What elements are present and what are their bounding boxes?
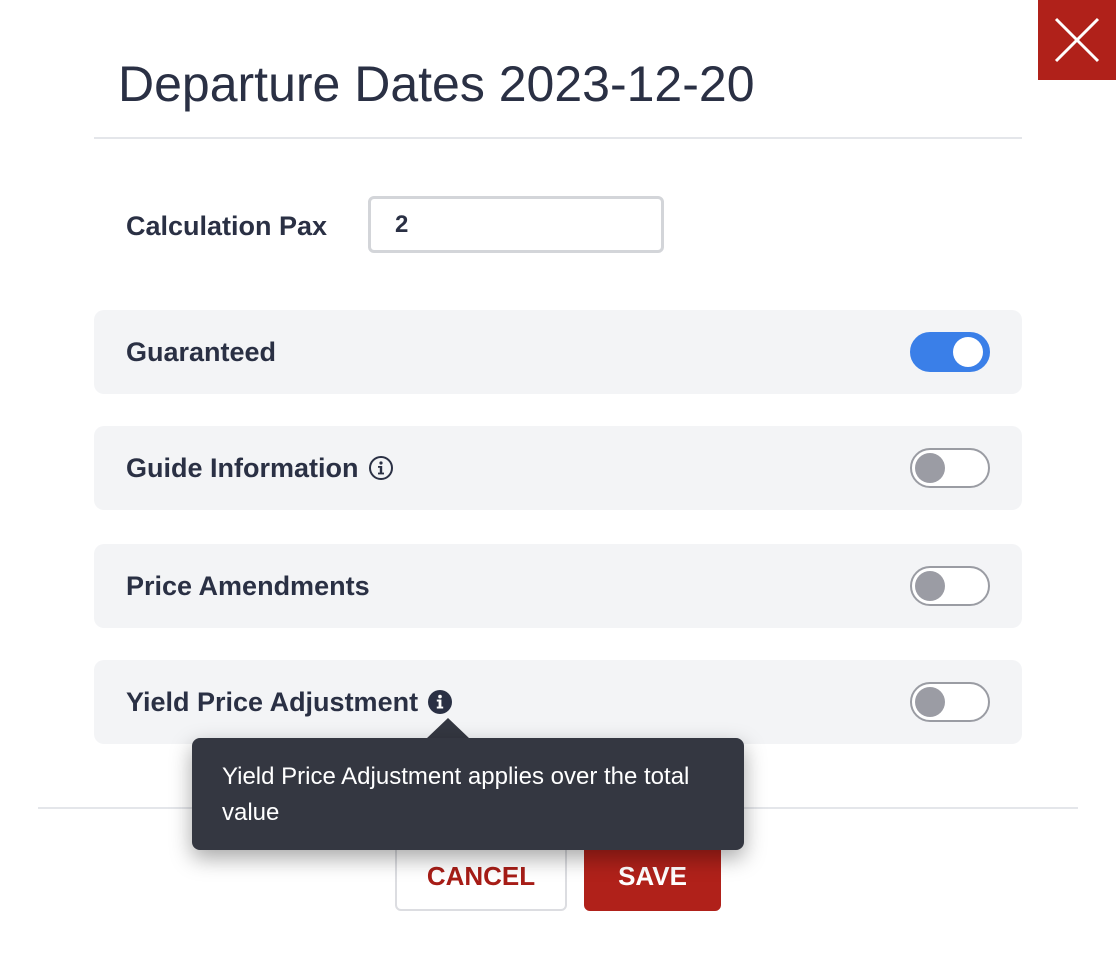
price-amendments-label: Price Amendments (126, 570, 370, 601)
guide-information-label: Guide Information (126, 452, 359, 483)
dialog-title: Departure Dates 2023-12-20 (118, 56, 755, 112)
header-divider (94, 137, 1022, 139)
calculation-pax-label: Calculation Pax (126, 211, 328, 241)
guide-information-row: Guide Information (94, 426, 1022, 510)
info-icon[interactable] (427, 689, 453, 715)
tooltip: Yield Price Adjustment applies over the … (192, 738, 744, 850)
guaranteed-row: Guaranteed (94, 310, 1022, 394)
yield-price-adjustment-label: Yield Price Adjustment (126, 686, 419, 717)
close-icon (1054, 17, 1100, 63)
tooltip-arrow (426, 718, 470, 739)
price-amendments-toggle[interactable] (910, 566, 990, 606)
info-icon[interactable] (368, 455, 394, 481)
toggle-knob (953, 337, 983, 367)
yield-price-adjustment-toggle[interactable] (910, 682, 990, 722)
close-button[interactable] (1038, 0, 1116, 80)
calculation-pax-input[interactable] (368, 196, 664, 253)
guide-information-toggle[interactable] (910, 448, 990, 488)
toggle-knob (915, 687, 945, 717)
guaranteed-toggle[interactable] (910, 332, 990, 372)
cancel-button[interactable]: CANCEL (395, 841, 567, 911)
yield-price-adjustment-row: Yield Price Adjustment (94, 660, 1022, 744)
guaranteed-label: Guaranteed (126, 336, 277, 367)
save-button[interactable]: SAVE (584, 841, 721, 911)
toggle-knob (915, 571, 945, 601)
toggle-knob (915, 453, 945, 483)
tooltip-text: Yield Price Adjustment applies over the … (222, 763, 690, 826)
price-amendments-row: Price Amendments (94, 544, 1022, 628)
